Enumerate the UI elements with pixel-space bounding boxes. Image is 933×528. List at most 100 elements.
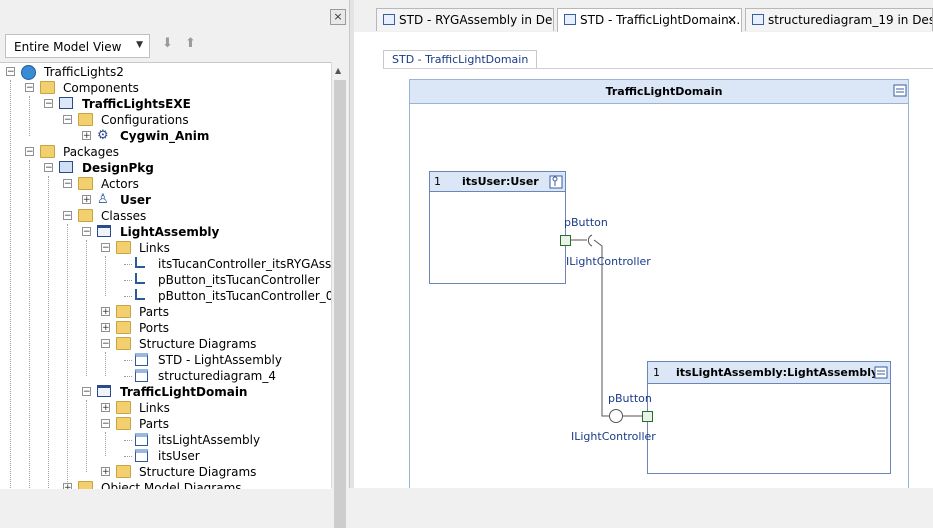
model-browser-pane: × Entire Model View ▼ ⬇ ⬆ − TrafficLights…	[0, 0, 349, 528]
collapse-icon[interactable]: −	[82, 387, 91, 397]
tree-connector	[124, 280, 132, 281]
tree-item-label: STD - LightAssembly	[158, 353, 282, 367]
expand-icon[interactable]: +	[63, 483, 72, 489]
tree-item-label: Parts	[139, 305, 169, 319]
folder-open-icon	[116, 305, 131, 318]
structure-diagram-icon	[564, 14, 576, 25]
tree-item-label: structurediagram_4	[158, 369, 276, 383]
tree-item[interactable]: itsLightAssembly	[0, 432, 331, 448]
tree-item[interactable]: − Actors	[0, 176, 331, 192]
collapse-icon[interactable]: −	[101, 243, 110, 253]
link-icon	[135, 289, 145, 300]
tree-item[interactable]: + ⚙ Cygwin_Anim	[0, 128, 331, 144]
collapse-icon[interactable]: −	[63, 211, 72, 221]
part-icon	[135, 449, 148, 462]
expand-icon[interactable]: +	[101, 403, 110, 413]
project-icon	[21, 65, 36, 80]
tree-item-label: Parts	[139, 417, 169, 431]
view-selector-label: Entire Model View	[14, 40, 122, 54]
tree-item[interactable]: − Structure Diagrams	[0, 336, 331, 352]
close-icon[interactable]: ✕	[727, 9, 737, 31]
tree-item[interactable]: structurediagram_4	[0, 368, 331, 384]
tab-std-trafficlightdomain[interactable]: STD - TrafficLightDomain... ✕	[557, 8, 742, 32]
tree-item[interactable]: − TrafficLightsEXE	[0, 96, 331, 112]
expand-icon[interactable]: +	[101, 323, 110, 333]
link-icon	[135, 273, 145, 284]
part-its-user[interactable]	[429, 171, 566, 284]
expand-icon[interactable]: +	[101, 467, 110, 477]
tree-item-label: Cygwin_Anim	[120, 129, 210, 143]
tab-label: STD - RYGAssembly in Desig...	[399, 13, 553, 27]
collapse-icon[interactable]: −	[6, 67, 15, 77]
collapse-icon[interactable]: −	[44, 99, 53, 109]
structure-diagram-icon	[135, 353, 148, 366]
structure-diagram: TrafficLightDomain 1 itsUser:User pButto…	[409, 79, 909, 488]
scroll-up-icon[interactable]: ▲	[335, 66, 341, 75]
scrollbar-thumb[interactable]	[334, 80, 346, 528]
expand-icon[interactable]: +	[82, 195, 91, 205]
tree-item[interactable]: − Parts	[0, 416, 331, 432]
collapse-icon[interactable]: −	[101, 339, 110, 349]
tree-item[interactable]: − DesignPkg	[0, 160, 331, 176]
port-interface-label: ILightController	[571, 430, 656, 443]
component-icon	[59, 97, 73, 109]
view-selector-dropdown[interactable]: Entire Model View ▼	[5, 34, 150, 58]
tree-item[interactable]: + Links	[0, 400, 331, 416]
tree-item-label: Actors	[101, 177, 139, 191]
tree-item[interactable]: + Structure Diagrams	[0, 464, 331, 480]
tab-label: STD - TrafficLightDomain...	[580, 13, 741, 27]
port-pbutton-assembly[interactable]	[642, 411, 653, 422]
tree-item[interactable]: − TrafficLights2	[0, 64, 331, 80]
provided-interface-lollipop	[609, 409, 623, 423]
tree-item[interactable]: − Links	[0, 240, 331, 256]
tree-scrollbar[interactable]: ▲	[331, 62, 349, 528]
tree-item-label: Configurations	[101, 113, 189, 127]
compartment-icon[interactable]	[893, 84, 907, 97]
part-multiplicity: 1	[434, 175, 441, 188]
tree-item[interactable]: pButton_itsTucanController	[0, 272, 331, 288]
port-pbutton-user[interactable]	[560, 235, 571, 246]
collapse-icon[interactable]: −	[63, 179, 72, 189]
class-icon	[97, 225, 111, 237]
collapse-icon[interactable]: −	[25, 147, 34, 157]
tree-item[interactable]: + ♙ User	[0, 192, 331, 208]
domain-frame-title: TrafficLightDomain	[606, 85, 723, 98]
folder-open-icon	[78, 177, 93, 190]
close-pane-button[interactable]: ×	[330, 9, 346, 25]
folder-open-icon	[116, 401, 131, 414]
collapse-icon[interactable]: −	[82, 227, 91, 237]
tree-item[interactable]: − LightAssembly	[0, 224, 331, 240]
tree-item[interactable]: − Configurations	[0, 112, 331, 128]
compartment-icon[interactable]	[874, 366, 888, 379]
tree-item[interactable]: − Classes	[0, 208, 331, 224]
tree-item[interactable]: STD - LightAssembly	[0, 352, 331, 368]
arrow-up-icon[interactable]: ⬆	[185, 36, 196, 51]
collapse-icon[interactable]: −	[63, 115, 72, 125]
expand-icon[interactable]: +	[101, 307, 110, 317]
package-icon	[59, 161, 73, 173]
collapse-icon[interactable]: −	[25, 83, 34, 93]
tree-item[interactable]: − TrafficLightDomain	[0, 384, 331, 400]
tree-item-label: User	[120, 193, 151, 207]
tree-item-label: Structure Diagrams	[139, 465, 257, 479]
folder-icon	[116, 465, 131, 478]
tree-item[interactable]: + Ports	[0, 320, 331, 336]
tree-item[interactable]: + Parts	[0, 304, 331, 320]
tree-item[interactable]: itsUser	[0, 448, 331, 464]
collapse-icon[interactable]: −	[101, 419, 110, 429]
arrow-down-icon[interactable]: ⬇	[162, 36, 173, 51]
tree-item[interactable]: − Components	[0, 80, 331, 96]
tree-item[interactable]: itsTucanController_itsRYGAssem	[0, 256, 331, 272]
folder-open-icon	[116, 321, 131, 334]
model-tree[interactable]: − TrafficLights2− Components − TrafficLights…	[0, 62, 331, 489]
diagram-canvas[interactable]: STD - TrafficLightDomain TrafficLightDom…	[354, 32, 933, 488]
tree-item[interactable]: pButton_itsTucanController_0	[0, 288, 331, 304]
tab-structurediagram-19[interactable]: structurediagram_19 in Desi...	[745, 8, 933, 31]
tab-std-rygassembly[interactable]: STD - RYGAssembly in Desig...	[376, 8, 554, 31]
collapse-icon[interactable]: −	[44, 163, 53, 173]
tree-item[interactable]: − Packages	[0, 144, 331, 160]
expand-icon[interactable]: +	[82, 131, 91, 141]
folder-icon	[40, 145, 55, 158]
tree-item-label: Ports	[139, 321, 170, 335]
part-label: itsUser:User	[462, 175, 539, 188]
